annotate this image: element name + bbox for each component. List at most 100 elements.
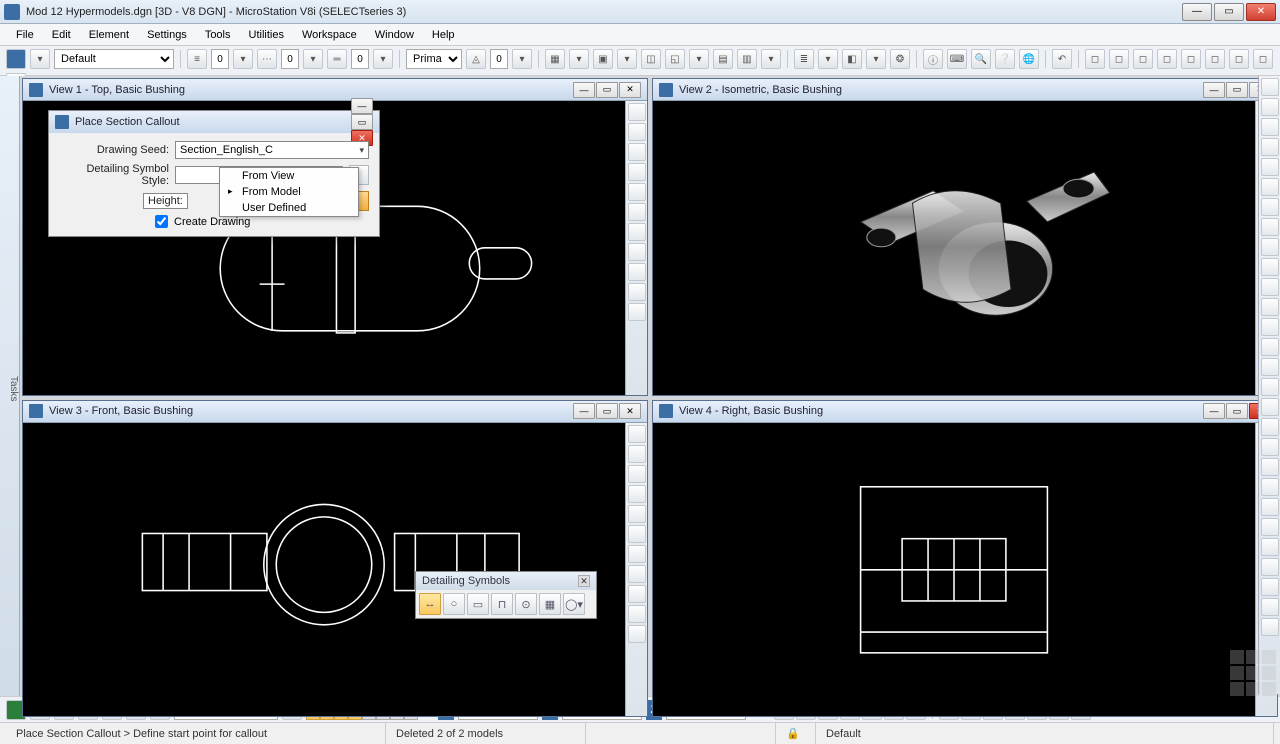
pointcloud-button[interactable]: ◫ (641, 49, 661, 69)
display-style-icon[interactable] (628, 123, 646, 141)
element-info-button[interactable]: ❂ (890, 49, 910, 69)
align-icon[interactable] (1261, 218, 1279, 236)
rotate-3d-icon[interactable] (1261, 178, 1279, 196)
menu-workspace[interactable]: Workspace (294, 27, 365, 43)
height-menu-from-model[interactable]: From Model (220, 184, 358, 200)
sun-icon[interactable] (1261, 138, 1279, 156)
keyin-button[interactable]: ⌨ (947, 49, 967, 69)
globe-button[interactable]: 🌐 (1019, 49, 1039, 69)
detail-callout-icon[interactable]: ○ (443, 593, 465, 615)
raster-dd[interactable]: ▾ (617, 49, 637, 69)
view-1-min[interactable]: — (573, 82, 595, 98)
more-icon[interactable]: ◯▾ (563, 593, 585, 615)
magnify-icon[interactable] (1261, 78, 1279, 96)
height-menu[interactable]: From View From Model User Defined (219, 167, 359, 217)
transp-0[interactable]: 0 (490, 49, 508, 69)
undo-button[interactable]: ↶ (1052, 49, 1072, 69)
clip-icon[interactable] (628, 303, 646, 321)
cube8-icon[interactable]: ◻ (1253, 49, 1273, 69)
place-section-callout-dialog[interactable]: Place Section Callout — ▭ ✕ Drawing Seed… (48, 110, 380, 237)
stretch-icon[interactable] (1261, 298, 1279, 316)
menu-element[interactable]: Element (81, 27, 137, 43)
cube4-icon[interactable]: ◻ (1157, 49, 1177, 69)
section-callout-icon[interactable]: ↔ (419, 593, 441, 615)
vt[interactable] (628, 605, 646, 623)
linetype-button[interactable]: ⋯ (257, 49, 277, 69)
create-drawing-checkbox[interactable] (155, 215, 168, 228)
extend-icon[interactable] (1261, 338, 1279, 356)
weight-0c[interactable]: 0 (351, 49, 369, 69)
more-tool-icon[interactable] (1261, 558, 1279, 576)
help-button[interactable]: ❔ (995, 49, 1015, 69)
camera-icon[interactable] (628, 243, 646, 261)
cell-icon[interactable] (1261, 478, 1279, 496)
text-icon[interactable] (1261, 438, 1279, 456)
rotate-icon[interactable] (628, 183, 646, 201)
fill-button[interactable]: ◬ (466, 49, 486, 69)
height-menu-from-view[interactable]: From View (220, 168, 358, 184)
pan-icon[interactable] (628, 203, 646, 221)
view-3-close[interactable]: ✕ (619, 403, 641, 419)
fit-icon[interactable] (628, 143, 646, 161)
vt[interactable] (628, 445, 646, 463)
vt[interactable] (628, 545, 646, 563)
level-button[interactable]: ▤ (713, 49, 733, 69)
trim-icon[interactable] (1261, 318, 1279, 336)
models-dd[interactable]: ▾ (689, 49, 709, 69)
menu-file[interactable]: File (8, 27, 42, 43)
close-button[interactable]: ✕ (1246, 3, 1276, 21)
chamfer-icon[interactable] (1261, 378, 1279, 396)
height-label[interactable]: Height: (143, 193, 188, 209)
layer-select[interactable]: Default (54, 49, 174, 69)
vt[interactable] (628, 525, 646, 543)
title-icon[interactable]: ⊙ (515, 593, 537, 615)
color-button[interactable]: ◧ (842, 49, 862, 69)
dimension-icon[interactable] (1261, 418, 1279, 436)
cube2-icon[interactable]: ◻ (1109, 49, 1129, 69)
level-panel[interactable]: Default (816, 723, 1274, 744)
dialog-max[interactable]: ▭ (351, 114, 373, 130)
weight-0b[interactable]: 0 (281, 49, 299, 69)
copy-icon[interactable] (1261, 238, 1279, 256)
detailing-close-icon[interactable]: ✕ (578, 575, 590, 587)
view-4-min[interactable]: — (1203, 403, 1225, 419)
dropdown-arrow[interactable]: ▾ (30, 49, 50, 69)
mirror-icon[interactable] (1261, 278, 1279, 296)
view-2-min[interactable]: — (1203, 82, 1225, 98)
array-icon[interactable] (1261, 258, 1279, 276)
info-button[interactable]: ⓘ (923, 49, 943, 69)
ref-button[interactable]: ▦ (545, 49, 565, 69)
leveldisp-button[interactable]: ▥ (737, 49, 757, 69)
move-icon[interactable] (1261, 198, 1279, 216)
elevation-icon[interactable]: ▭ (467, 593, 489, 615)
weight-dd-c[interactable]: ▾ (373, 49, 393, 69)
layers-icon[interactable]: ≣ (794, 49, 814, 69)
view-1-close[interactable]: ✕ (619, 82, 641, 98)
select-icon[interactable] (1261, 98, 1279, 116)
leveldisp-dd[interactable]: ▾ (761, 49, 781, 69)
vt[interactable] (628, 465, 646, 483)
ref-dd[interactable]: ▾ (569, 49, 589, 69)
weight-dd-a[interactable]: ▾ (233, 49, 253, 69)
cube5-icon[interactable]: ◻ (1181, 49, 1201, 69)
template-select[interactable]: Prima (406, 49, 462, 69)
view-attr-icon[interactable] (628, 103, 646, 121)
color-dd[interactable]: ▾ (866, 49, 886, 69)
vt[interactable] (628, 585, 646, 603)
zoom-in-icon[interactable] (628, 163, 646, 181)
measure-icon[interactable] (1261, 398, 1279, 416)
vt[interactable] (628, 425, 646, 443)
view-4-canvas[interactable] (653, 423, 1255, 717)
view-3-min[interactable]: — (573, 403, 595, 419)
view-4-max[interactable]: ▭ (1226, 403, 1248, 419)
height-menu-user-defined[interactable]: User Defined (220, 200, 358, 216)
minimize-button[interactable]: — (1182, 3, 1212, 21)
plan-icon[interactable]: ⊓ (491, 593, 513, 615)
next-icon[interactable] (628, 283, 646, 301)
more-tool-icon[interactable] (1261, 598, 1279, 616)
view-3-max[interactable]: ▭ (596, 403, 618, 419)
weight-dd-b[interactable]: ▾ (303, 49, 323, 69)
menu-tools[interactable]: Tools (197, 27, 239, 43)
place-icon[interactable] (1261, 118, 1279, 136)
view-2-max[interactable]: ▭ (1226, 82, 1248, 98)
